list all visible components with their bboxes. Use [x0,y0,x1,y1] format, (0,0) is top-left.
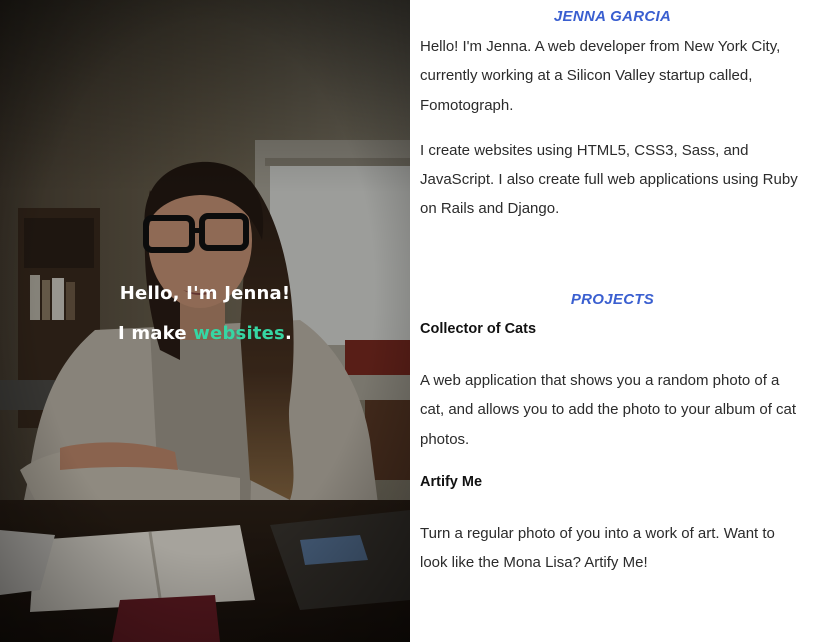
about-paragraph: I create websites using HTML5, CSS3, Sas… [420,141,798,218]
hero-panel: Hello, I'm Jenna! I make websites. [0,0,410,642]
about-section: Hello! I'm Jenna. A web developer from N… [420,32,802,224]
about-title: JENNA GARCIA [553,8,672,25]
hero-tagline-suffix: . [284,323,292,344]
hero-greeting: Hello, I'm Jenna! [119,283,291,304]
project-description: Turn a regular photo of you into a work … [420,525,775,572]
about-paragraph: Hello! I'm Jenna. A web developer from N… [420,38,781,114]
project-name: Collector of Cats [420,321,537,337]
hero-tagline-prefix: I make [117,323,194,344]
project-name: Artify Me [420,474,483,490]
projects-title: PROJECTS [570,291,655,308]
hero-tagline-highlight: websites [193,323,285,344]
project-description: A web application that shows you a rando… [420,372,797,448]
hero-tagline: I make websites. [0,321,410,347]
portfolio-page: Hello, I'm Jenna! I make websites. JENNA… [0,0,815,642]
hero-text: Hello, I'm Jenna! I make websites. [0,281,410,347]
